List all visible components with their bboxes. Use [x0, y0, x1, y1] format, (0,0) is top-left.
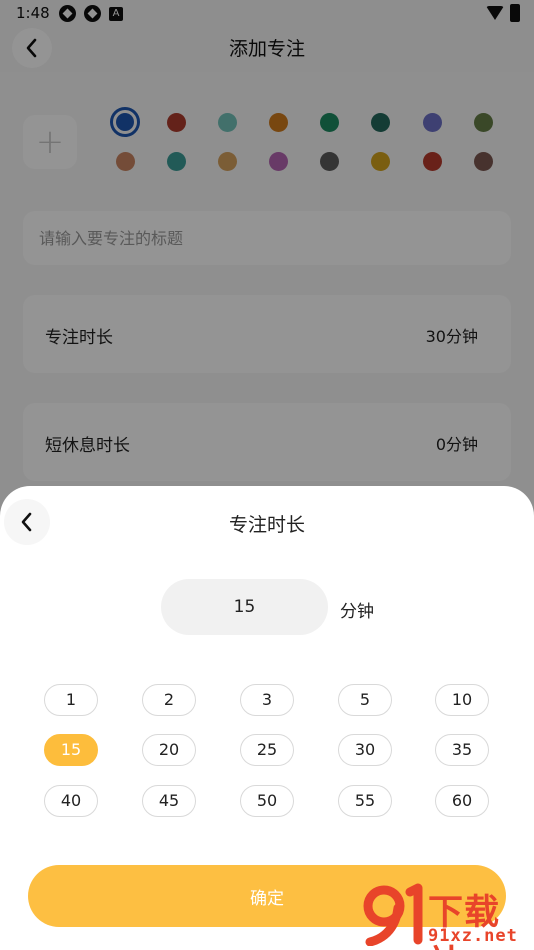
duration-option-25[interactable]: 25	[240, 734, 294, 766]
duration-option-2[interactable]: 2	[142, 684, 196, 716]
duration-option-60[interactable]: 60	[435, 785, 489, 817]
duration-option-5[interactable]: 5	[338, 684, 392, 716]
duration-option-50[interactable]: 50	[240, 785, 294, 817]
minutes-unit-label: 分钟	[340, 602, 374, 622]
duration-option-3[interactable]: 3	[240, 684, 294, 716]
duration-option-45[interactable]: 45	[142, 785, 196, 817]
sheet-title: 专注时长	[228, 514, 305, 536]
duration-option-35[interactable]: 35	[435, 734, 489, 766]
watermark: 下载站 91xz.net	[362, 880, 534, 950]
duration-option-20[interactable]: 20	[142, 734, 196, 766]
watermark-logo-icon	[363, 883, 423, 946]
watermark-url: 91xz.net	[428, 926, 518, 946]
duration-option-55[interactable]: 55	[338, 785, 392, 817]
duration-option-10[interactable]: 10	[435, 684, 489, 716]
duration-option-1[interactable]: 1	[44, 684, 98, 716]
duration-option-15[interactable]: 15	[44, 734, 98, 766]
minutes-input[interactable]	[161, 579, 328, 635]
duration-option-30[interactable]: 30	[338, 734, 392, 766]
duration-option-40[interactable]: 40	[44, 785, 98, 817]
